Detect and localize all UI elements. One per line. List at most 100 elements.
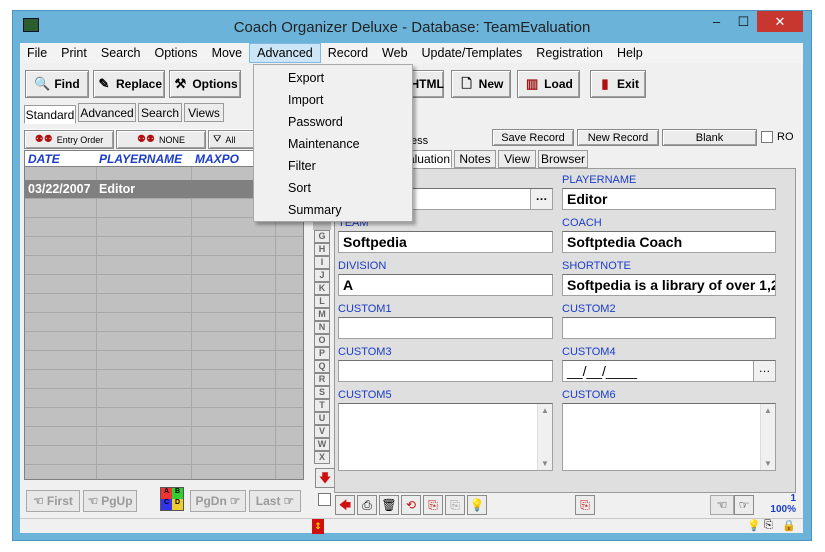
- custom6-memo[interactable]: ▲ ▼: [562, 403, 776, 471]
- custom1-label: CUSTOM1: [338, 303, 392, 315]
- menu-registration[interactable]: Registration: [529, 43, 610, 63]
- zoom-percent: 100%: [770, 504, 796, 515]
- blank-button[interactable]: Blank: [662, 129, 757, 146]
- custom2-field[interactable]: [562, 317, 776, 339]
- shortnote-field[interactable]: Softpedia is a library of over 1,20: [562, 274, 776, 296]
- trash-icon[interactable]: 🗑: [379, 495, 399, 515]
- menu-help[interactable]: Help: [610, 43, 650, 63]
- letter-h[interactable]: H: [314, 243, 330, 256]
- letter-o[interactable]: O: [314, 334, 330, 347]
- arrow-down-icon[interactable]: 🡇: [315, 468, 335, 488]
- column-playername[interactable]: PLAYERNAME: [99, 152, 182, 166]
- letter-x[interactable]: X: [314, 451, 330, 464]
- letter-n[interactable]: N: [314, 321, 330, 334]
- letter-p[interactable]: P: [314, 347, 330, 360]
- maximize-button[interactable]: ☐: [730, 11, 757, 32]
- letter-v[interactable]: V: [314, 425, 330, 438]
- menu-record[interactable]: Record: [321, 43, 375, 63]
- menu-item-sort[interactable]: Sort: [288, 181, 311, 195]
- menu-options[interactable]: Options: [147, 43, 204, 63]
- exit-button[interactable]: ▮ Exit: [590, 70, 646, 98]
- menu-move[interactable]: Move: [205, 43, 250, 63]
- column-maxpo[interactable]: MAXPO: [195, 152, 239, 166]
- letter-s[interactable]: S: [314, 386, 330, 399]
- save-record-button[interactable]: Save Record: [492, 129, 574, 146]
- load-button[interactable]: ▥ Load: [517, 70, 580, 98]
- tab-standard[interactable]: Standard: [24, 105, 76, 124]
- abc-icon[interactable]: ABCD: [160, 487, 184, 511]
- prev-record-button[interactable]: ☜: [710, 495, 734, 515]
- paste-record-icon[interactable]: ⎘: [445, 495, 465, 515]
- ellipsis-button[interactable]: …: [753, 361, 775, 381]
- window-title: Coach Organizer Deluxe - Database: TeamE…: [233, 19, 591, 36]
- custom4-field[interactable]: __/__/____…: [562, 360, 776, 382]
- menu-item-export[interactable]: Export: [288, 71, 324, 85]
- letter-u[interactable]: U: [314, 412, 330, 425]
- undo-icon[interactable]: ⟲: [401, 495, 421, 515]
- letter-q[interactable]: Q: [314, 360, 330, 373]
- menu-item-maintenance[interactable]: Maintenance: [288, 137, 360, 151]
- menu-item-import[interactable]: Import: [288, 93, 323, 107]
- pgup-button[interactable]: ☜ PgUp: [83, 490, 137, 512]
- menu-update-templates[interactable]: Update/Templates: [415, 43, 530, 63]
- custom5-memo[interactable]: ▲ ▼: [338, 403, 553, 471]
- updown-icon[interactable]: ⇕: [312, 519, 324, 534]
- printer-icon[interactable]: ⎙: [357, 495, 377, 515]
- first-button[interactable]: ☜ First: [26, 490, 80, 512]
- menu-search[interactable]: Search: [94, 43, 148, 63]
- pgdn-button[interactable]: PgDn ☞: [190, 490, 246, 512]
- sort-entry-order[interactable]: ⚉⚉ Entry Order: [24, 130, 114, 149]
- custom1-field[interactable]: [338, 317, 553, 339]
- title-bar[interactable]: Coach Organizer Deluxe - Database: TeamE…: [13, 11, 811, 44]
- last-button[interactable]: Last ☞: [249, 490, 301, 512]
- checkbox[interactable]: [318, 493, 331, 506]
- menu-item-password[interactable]: Password: [288, 115, 343, 129]
- new-record-button[interactable]: New Record: [577, 129, 659, 146]
- minimize-button[interactable]: –: [703, 11, 730, 32]
- sort-none[interactable]: ⚉⚉ NONE: [116, 130, 206, 149]
- menu-advanced[interactable]: Advanced: [249, 43, 321, 63]
- team-field[interactable]: Softpedia: [338, 231, 553, 253]
- letter-j[interactable]: J: [314, 269, 330, 282]
- tab-notes[interactable]: Notes: [454, 150, 496, 168]
- ro-checkbox[interactable]: [761, 131, 773, 143]
- tab-advanced[interactable]: Advanced: [78, 103, 136, 122]
- letter-l[interactable]: L: [314, 295, 330, 308]
- menu-item-summary[interactable]: Summary: [288, 203, 341, 217]
- close-button[interactable]: ✕: [757, 11, 803, 32]
- copy-record-icon[interactable]: ⎘: [423, 495, 443, 515]
- scrollbar[interactable]: ▲ ▼: [760, 404, 775, 470]
- menu-file[interactable]: File: [20, 43, 54, 63]
- tab-view[interactable]: View: [498, 150, 536, 168]
- menu-item-filter[interactable]: Filter: [288, 159, 316, 173]
- replace-button[interactable]: ✎ Replace: [93, 70, 165, 98]
- letter-r[interactable]: R: [314, 373, 330, 386]
- find-button[interactable]: 🔍 Find: [25, 70, 89, 98]
- row-playername: Editor: [99, 182, 136, 196]
- lightbulb-icon[interactable]: 💡: [467, 495, 487, 515]
- tab-views[interactable]: Views: [184, 103, 224, 122]
- letter-t[interactable]: T: [314, 399, 330, 412]
- column-date[interactable]: DATE: [28, 152, 60, 166]
- arrow-left-icon[interactable]: 🡄: [335, 495, 355, 515]
- options-button[interactable]: ⚒ Options: [169, 70, 241, 98]
- custom3-field[interactable]: [338, 360, 553, 382]
- playername-field[interactable]: Editor: [562, 188, 776, 210]
- letter-k[interactable]: K: [314, 282, 330, 295]
- letter-m[interactable]: M: [314, 308, 330, 321]
- menu-web[interactable]: Web: [375, 43, 414, 63]
- letter-i[interactable]: I: [314, 256, 330, 269]
- new-button[interactable]: 🗋 New: [451, 70, 511, 98]
- menu-print[interactable]: Print: [54, 43, 94, 63]
- letter-w[interactable]: W: [314, 438, 330, 451]
- custom2-label: CUSTOM2: [562, 303, 616, 315]
- letter-g[interactable]: G: [314, 230, 330, 243]
- ellipsis-button[interactable]: …: [530, 189, 552, 209]
- coach-field[interactable]: Softptedia Coach: [562, 231, 776, 253]
- tab-browser[interactable]: Browser: [538, 150, 588, 168]
- tab-search[interactable]: Search: [138, 103, 182, 122]
- duplicate-icon[interactable]: ⎘: [575, 495, 595, 515]
- division-field[interactable]: A: [338, 274, 553, 296]
- scrollbar[interactable]: ▲ ▼: [537, 404, 552, 470]
- next-record-button[interactable]: ☞: [734, 495, 754, 515]
